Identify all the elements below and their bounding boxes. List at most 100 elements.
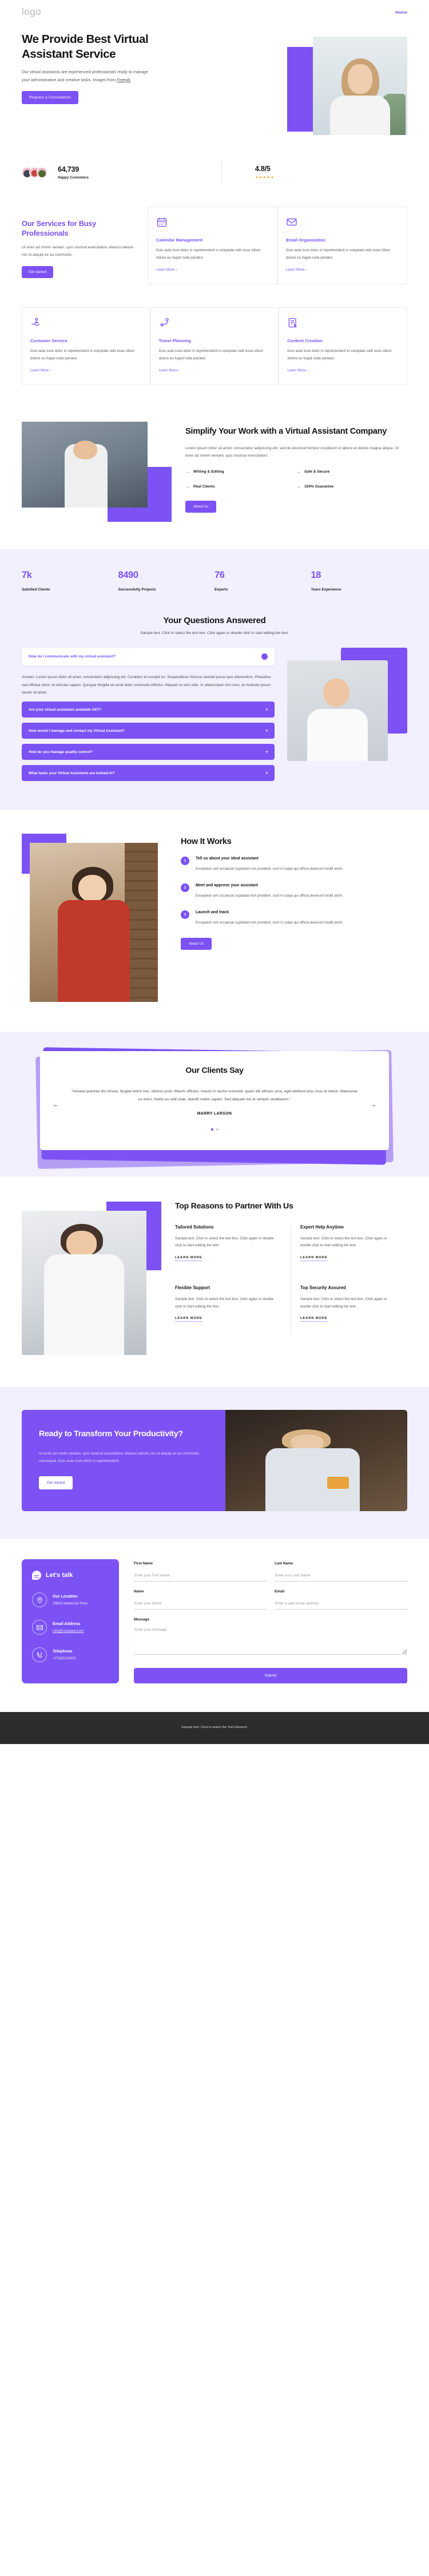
counter-label: Years Experience [311,588,341,592]
service-body: Duis aute irure dolor in reprehenderit i… [286,248,391,260]
simplify-photo [22,422,148,508]
feature-item: → 100% Guarantee [296,484,407,489]
arrow-right-icon: → [296,484,301,490]
get-started-button[interactable]: Get started [22,265,54,278]
nav-item-home[interactable]: Home [395,10,407,15]
testimonials-heading: Our Clients Say [185,1066,244,1076]
request-consultation-button[interactable]: Request a Consultation [22,90,78,104]
stat-rating: 4.8/5 ★★★★★ [255,165,275,180]
cta-heading: Ready to Transform Your Productivity? [39,1429,183,1438]
contact-form: First Name Last Name Name Email [134,1559,407,1684]
service-title: Email Organization [286,237,325,243]
learn-more-link[interactable]: LEARN MORE [175,1317,202,1322]
submit-button[interactable]: Submit [134,1668,407,1684]
rating-stars: ★★★★★ [255,176,275,180]
faq-heading: Your Questions Answered [163,616,266,626]
step-title: Meet and approve your assistant [196,883,258,887]
learn-more-link[interactable]: Learn More › [286,268,307,272]
faq-item[interactable]: What tasks your Virtual Assistants are t… [22,765,275,782]
simplify-feature-list: → Writing & Editing → Safe & Secure → Real … [185,469,407,489]
about-us-button[interactable]: About Us [185,501,216,513]
hero-photo [313,37,407,135]
service-card-content-creation[interactable]: Content Creation Duis aute irure dolor i… [279,307,407,386]
faq-photo [287,660,388,762]
field-last-name: Last Name [275,1562,407,1582]
email-label: Email [275,1590,285,1594]
faq-question: How do I communicate with my virtual ass… [29,655,116,659]
step-body: Excepteur sint occaecat cupidatat non pr… [196,893,343,898]
cta-photo [225,1410,407,1512]
chevron-down-icon[interactable]: ▾ [261,653,268,660]
map-route-icon [159,318,170,331]
coffee-cup-decor [327,1477,349,1489]
learn-more-link[interactable]: LEARN MORE [300,1256,328,1261]
how-it-works-about-button[interactable]: About Us [181,938,212,950]
feature-item: → Writing & Editing [185,469,296,474]
arrow-right-icon[interactable]: → [370,1101,376,1108]
testimonial-dots [71,1128,358,1131]
service-title: Content Creation [287,338,323,344]
contact-block-value: +27825100457 [53,1656,77,1660]
message-input[interactable] [134,1625,407,1655]
how-it-works-step-1: 1 Tell us about your ideal assistant Exc… [181,857,407,873]
counter-label: Satisfied Clients [22,588,50,592]
service-body: Duis aute irure dolor in reprehenderit i… [158,349,264,360]
learn-more-label: Learn More [158,368,177,373]
arrow-left-icon[interactable]: ← [53,1101,59,1108]
testimonial-author: MARRY LARSON [197,1112,232,1116]
name-input[interactable] [134,1599,267,1610]
customer-avatars [22,167,47,178]
first-name-input[interactable] [134,1571,267,1582]
testimonial-card: Our Clients Say "Aenean pulvinar dui orn… [40,1051,389,1150]
faq-item[interactable]: How would I manage and contact my Virtua… [22,723,275,739]
learn-more-link[interactable]: Learn More › [287,368,308,372]
reason-expert-help-anytime: Expert Help Anytime Sample text. Click t… [291,1224,407,1274]
carousel-dot[interactable] [216,1128,219,1131]
field-email: Email [275,1590,407,1610]
simplify-heading: Simplify Your Work with a Virtual Assist… [185,427,387,437]
learn-more-link[interactable]: Learn More › [156,268,177,272]
arrow-right-icon: → [185,484,190,490]
hero-person-face [348,64,372,94]
reason-body: Sample text. Click to select the text bo… [175,1297,274,1309]
service-card-email-organization[interactable]: Email Organization Duis aute irure dolor… [277,207,407,285]
contact-block-value[interactable]: info@company.com [53,1629,84,1633]
chevron-down-icon[interactable]: ▾ [266,728,268,733]
faq-item[interactable]: Are your virtual assistants available 24… [22,702,275,718]
reason-title: Top Security Assured [300,1285,346,1290]
faq-item[interactable]: How do you manage quality control? ▾ [22,744,275,760]
cta-section: Ready to Transform Your Productivity? Ut… [0,1387,429,1539]
faq-item-open[interactable]: How do I communicate with my virtual ass… [22,648,275,666]
reasons-heading: Top Reasons to Partner With Us [175,1202,293,1211]
feature-item: → Real Clients [185,484,296,489]
last-name-input[interactable] [275,1571,407,1582]
person-face [66,1231,97,1257]
learn-more-link[interactable]: Learn More › [159,368,180,372]
testimonial-quote: "Aenean pulvinar dui ornare, feugiat lor… [71,1089,358,1102]
chevron-down-icon[interactable]: ▾ [266,750,268,754]
learn-more-label: Learn More [286,268,305,272]
reasons-grid: Tailored Solutions Sample text. Click to… [175,1224,407,1335]
reason-title: Flexible Support [175,1285,210,1290]
cta-get-started-button[interactable]: Get started [39,1476,73,1490]
learn-more-link[interactable]: Learn More › [30,368,51,372]
faq-subtitle: Sample text. Click to select the text bo… [140,631,289,636]
chevron-down-icon[interactable]: ▾ [266,771,268,775]
service-card-travel-planning[interactable]: Travel Planning Duis aute irure dolor in… [150,307,279,386]
envelope-icon [286,218,297,230]
carousel-dot-active[interactable] [210,1128,213,1131]
site-logo[interactable]: logo [22,6,41,18]
service-body: Duis aute irure dolor in reprehenderit i… [30,349,135,360]
simplify-text: Simplify Your Work with a Virtual Assist… [185,422,407,522]
services-intro-text: Ut enim ad minim veniam, quis nostrud ex… [22,245,134,257]
learn-more-link[interactable]: LEARN MORE [300,1317,328,1322]
service-title: Travel Planning [158,338,191,344]
step-body: Excepteur sint occaecat cupidatat non pr… [196,920,343,925]
email-input[interactable] [275,1599,407,1610]
service-card-customer-service[interactable]: Customer Service Duis aute irure dolor i… [22,307,150,386]
chevron-down-icon[interactable]: ▾ [266,707,268,712]
learn-more-link[interactable]: LEARN MORE [175,1256,202,1261]
freepik-link[interactable]: Freepik [117,77,130,82]
step-number: 1 [181,857,189,866]
service-card-calendar-management[interactable]: Calendar Management Duis aute irure dolo… [148,207,277,285]
